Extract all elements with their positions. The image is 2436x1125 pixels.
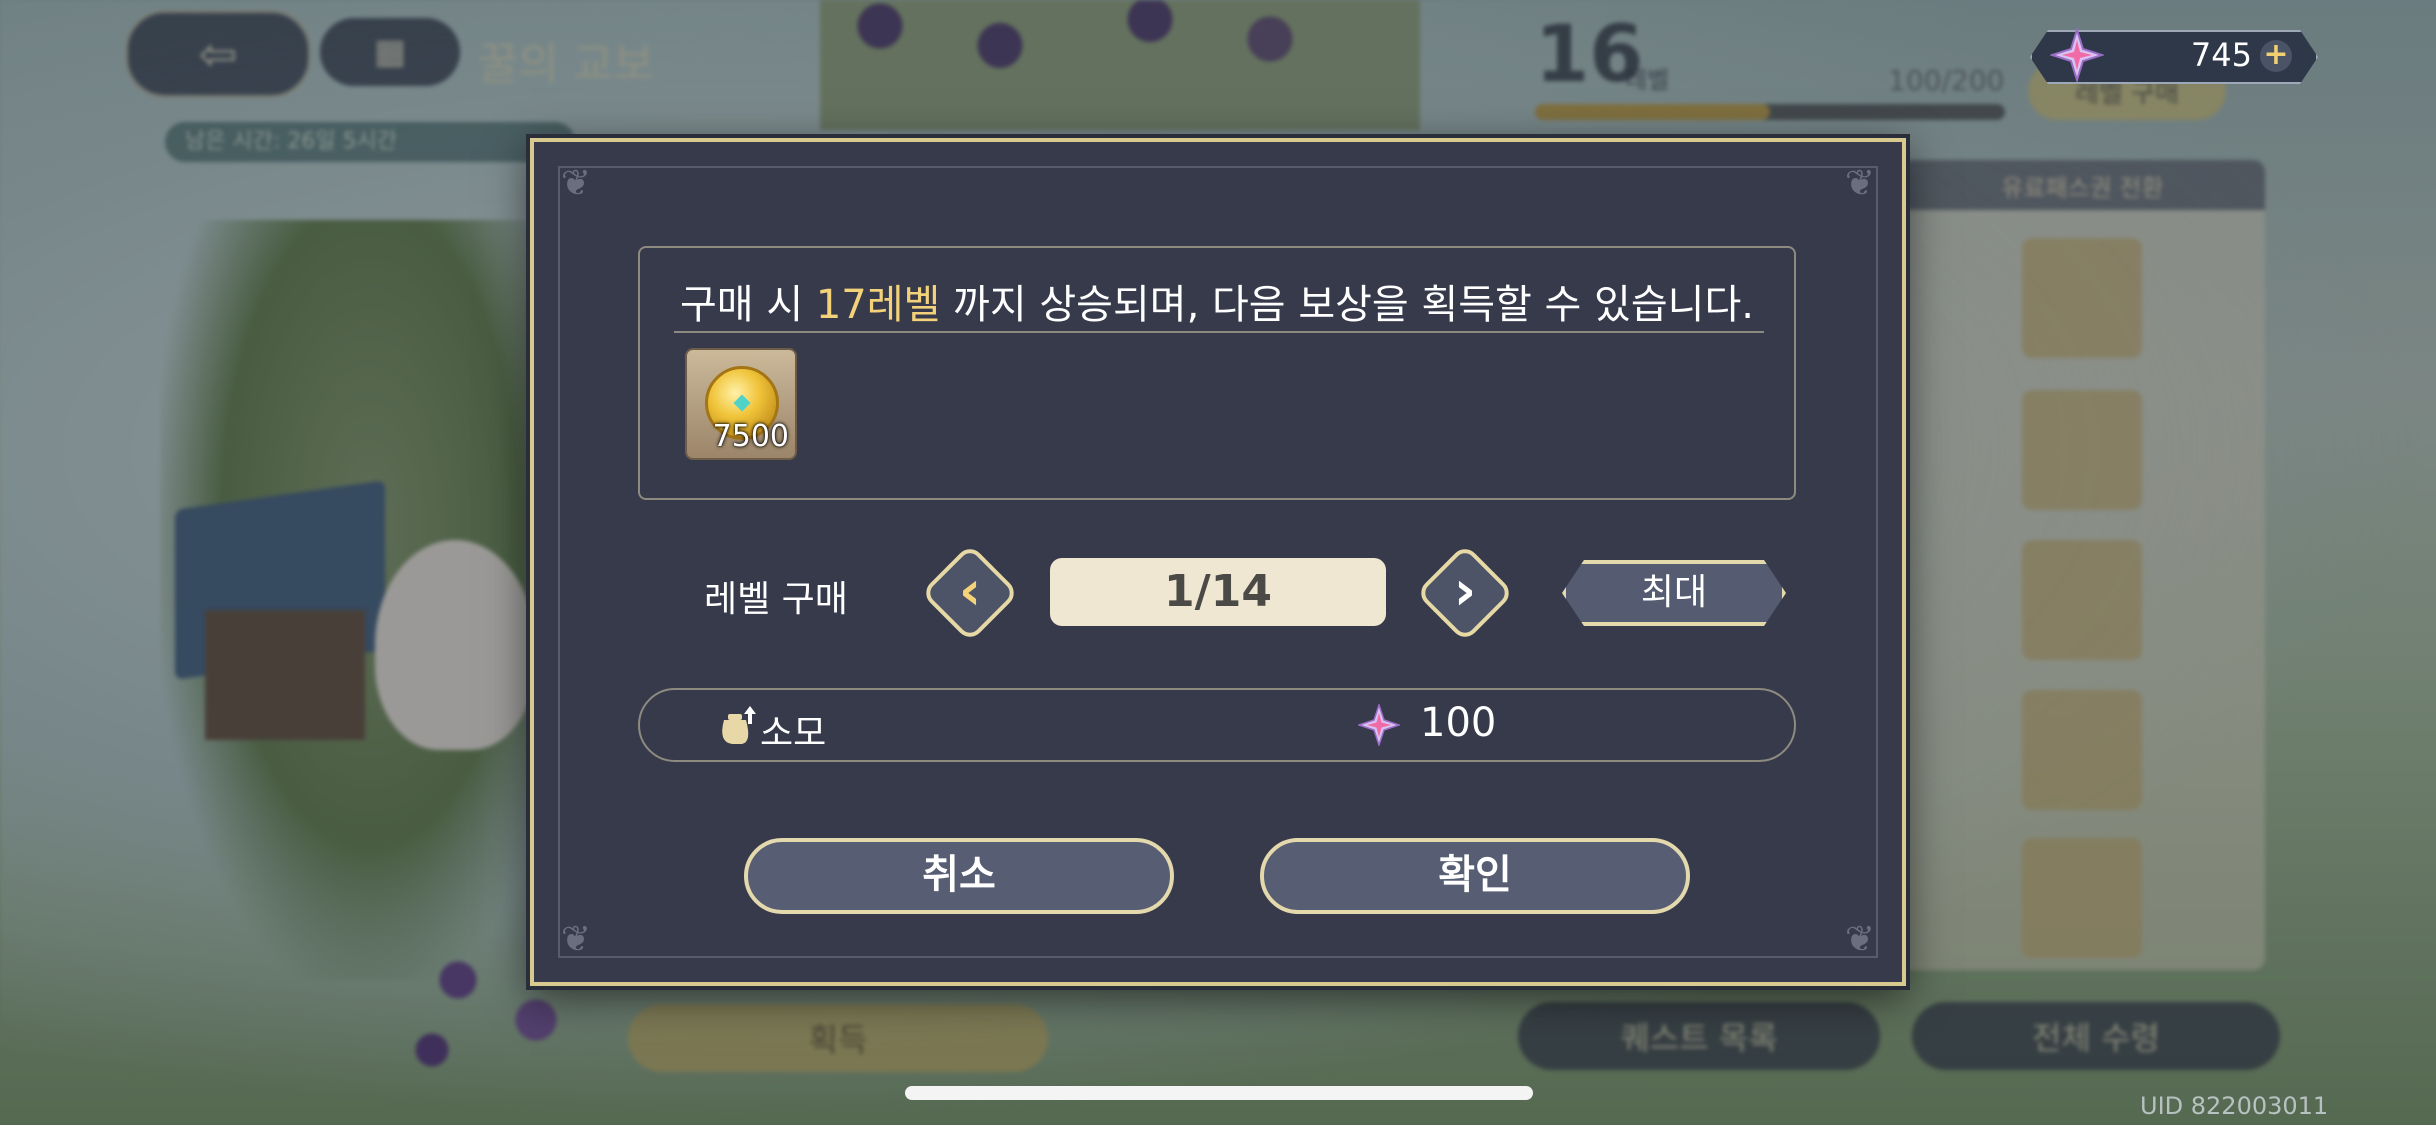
corner-ornament-icon: ❦	[560, 163, 592, 204]
cost-value: 100	[1420, 700, 1497, 746]
corner-ornament-icon: ❦	[1844, 163, 1876, 204]
reward-description: 구매 시 17레벨 까지 상승되며, 다음 보상을 획득할 수 있습니다.	[680, 282, 1754, 328]
cancel-button[interactable]: 취소	[744, 838, 1174, 914]
decrease-button[interactable]: ‹	[920, 543, 1020, 643]
max-button[interactable]: 최대	[1562, 560, 1786, 626]
corner-ornament-icon: ❦	[1844, 919, 1876, 960]
purple-star-gem-icon	[2050, 28, 2104, 82]
confirm-button[interactable]: 확인	[1260, 838, 1690, 914]
divider	[674, 331, 1764, 333]
money-bag-up-icon	[722, 706, 756, 744]
level-purchase-label: 레벨 구매	[704, 579, 848, 620]
currency-value: 745	[2190, 36, 2252, 74]
uid-label: UID 822003011	[2140, 1092, 2329, 1120]
reward-item[interactable]: 7500	[685, 348, 797, 460]
purple-star-gem-icon	[1358, 704, 1400, 746]
quantity-display: 1/14	[1050, 558, 1386, 626]
chevron-right-icon: ›	[1453, 559, 1477, 622]
cost-label: 소모	[760, 713, 827, 754]
increase-button[interactable]: ›	[1415, 543, 1515, 643]
reward-count: 7500	[712, 419, 789, 454]
chevron-left-icon: ‹	[958, 559, 982, 622]
corner-ornament-icon: ❦	[560, 919, 592, 960]
target-level: 17레벨	[815, 282, 941, 328]
home-indicator[interactable]	[905, 1086, 1533, 1100]
plus-icon[interactable]: +	[2260, 40, 2292, 72]
